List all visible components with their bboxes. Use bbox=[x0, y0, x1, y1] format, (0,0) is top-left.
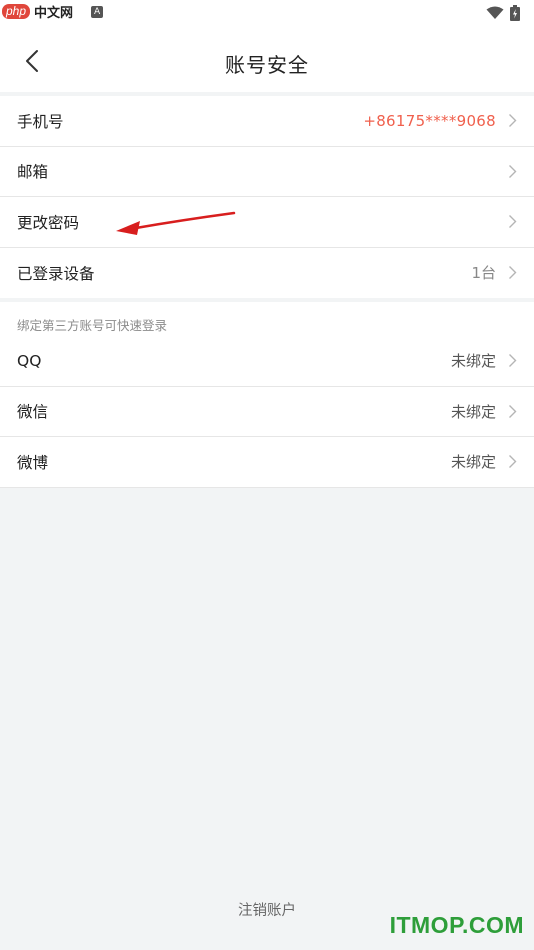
wifi-icon bbox=[486, 6, 504, 19]
binding-status: 未绑定 bbox=[450, 402, 496, 421]
row-weibo[interactable]: 微博 未绑定 bbox=[0, 437, 534, 488]
chevron-right-icon bbox=[509, 404, 517, 418]
page-title: 账号安全 bbox=[225, 53, 309, 77]
account-settings-list: 手机号 +86175****9068 邮箱 更改密码 已登录设备 1台 bbox=[0, 96, 534, 298]
row-label: 微信 bbox=[17, 403, 49, 422]
row-label: 手机号 bbox=[17, 112, 64, 131]
php-watermark-badge: php bbox=[2, 4, 31, 19]
phone-number-value: +86175****9068 bbox=[363, 111, 496, 130]
row-change-password[interactable]: 更改密码 bbox=[0, 197, 534, 248]
itmop-watermark: ITMOP.COM bbox=[389, 912, 524, 938]
notification-icon: A bbox=[91, 5, 104, 18]
row-phone[interactable]: 手机号 +86175****9068 bbox=[0, 96, 534, 147]
chevron-right-icon bbox=[509, 354, 517, 368]
chevron-right-icon bbox=[509, 164, 517, 178]
row-label: 已登录设备 bbox=[17, 264, 95, 283]
chevron-right-icon bbox=[509, 455, 517, 469]
row-label: QQ bbox=[17, 351, 42, 370]
status-bar-left: php 中文网 A bbox=[2, 2, 104, 21]
chevron-right-icon bbox=[509, 114, 517, 128]
row-label: 微博 bbox=[17, 453, 49, 472]
annotation-arrow-icon bbox=[116, 211, 236, 235]
third-party-binding-list: 绑定第三方账号可快速登录 QQ 未绑定 微信 未绑定 微博 未绑定 bbox=[0, 302, 534, 488]
row-logged-in-devices[interactable]: 已登录设备 1台 bbox=[0, 248, 534, 299]
app-header: 账号安全 bbox=[0, 28, 534, 92]
php-watermark-text: 中文网 bbox=[34, 6, 74, 21]
status-bar: php 中文网 A bbox=[0, 0, 534, 28]
binding-status: 未绑定 bbox=[450, 352, 496, 371]
section-caption: 绑定第三方账号可快速登录 bbox=[17, 318, 168, 333]
row-label: 更改密码 bbox=[17, 213, 80, 232]
device-count-value: 1台 bbox=[471, 264, 496, 283]
binding-status: 未绑定 bbox=[450, 453, 496, 472]
chevron-right-icon bbox=[509, 215, 517, 229]
row-qq[interactable]: QQ 未绑定 bbox=[0, 336, 534, 387]
status-bar-right bbox=[486, 5, 520, 21]
row-wechat[interactable]: 微信 未绑定 bbox=[0, 387, 534, 437]
battery-icon bbox=[510, 5, 520, 21]
row-email[interactable]: 邮箱 bbox=[0, 147, 534, 197]
chevron-right-icon bbox=[509, 266, 517, 280]
row-label: 邮箱 bbox=[17, 163, 49, 182]
